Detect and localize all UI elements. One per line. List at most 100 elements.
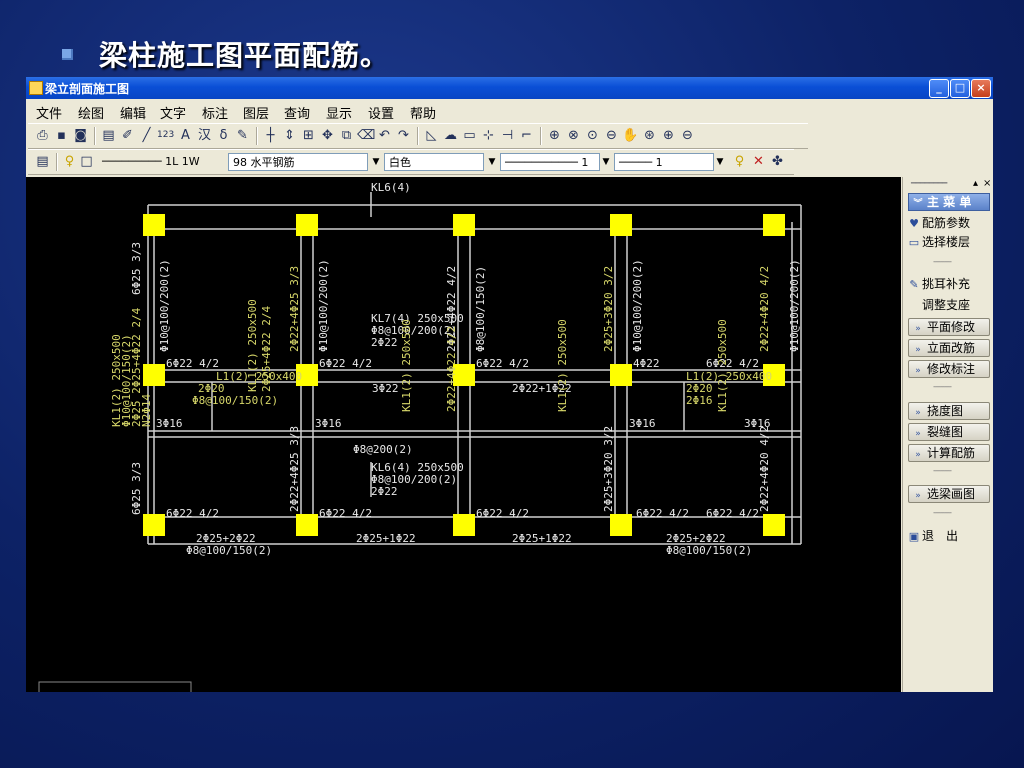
select-beam-draw-button[interactable]: » 选梁画图 [908, 485, 990, 503]
bullet-square-icon [62, 48, 73, 60]
rebar-label: 6Φ25 3/3 [130, 462, 143, 515]
text-a-icon[interactable]: A [177, 127, 194, 144]
layer-icon[interactable]: ▤ [100, 127, 117, 144]
text-style-icon[interactable]: 汉 [196, 127, 213, 144]
trim-icon[interactable]: ⊹ [480, 127, 497, 144]
rectangle-icon[interactable]: ▭ [461, 127, 478, 144]
menu-annotate[interactable]: 标注 [202, 103, 228, 122]
rebar-label: 2Φ22+4Φ20 4/2 [758, 266, 771, 352]
crosshair-icon[interactable]: ┼ [262, 127, 279, 144]
extend-icon[interactable]: ⊣ [499, 127, 516, 144]
column[interactable] [296, 214, 318, 236]
menu-view[interactable]: 显示 [326, 103, 352, 122]
move-icon[interactable]: ✥ [319, 127, 336, 144]
fillet-icon[interactable]: ⌐ [518, 127, 535, 144]
document-icon: ▭ [908, 236, 920, 249]
zoom-out-icon[interactable]: ⊖ [679, 127, 696, 144]
exit-button[interactable]: ▣ 退 出 [906, 527, 990, 545]
cloud-icon[interactable]: ☁ [442, 127, 459, 144]
column[interactable] [610, 514, 632, 536]
column[interactable] [296, 514, 318, 536]
bulb-icon[interactable]: ♀ [61, 153, 78, 170]
zoom-in-icon[interactable]: ⊕ [660, 127, 677, 144]
menu-settings[interactable]: 设置 [368, 103, 394, 122]
layer-select[interactable]: 98 水平钢筋 [228, 153, 368, 171]
zoom-realtime-icon[interactable]: ⊙ [584, 127, 601, 144]
menu-help[interactable]: 帮助 [410, 103, 436, 122]
menu-item-adjust-support[interactable]: 调整支座 [906, 296, 990, 314]
pin-icon[interactable]: ▴ [973, 178, 978, 189]
erase-icon[interactable]: ⌫ [357, 127, 375, 144]
number-icon[interactable]: 123 [157, 127, 174, 144]
pencil-icon[interactable]: ✎ [234, 127, 251, 144]
column[interactable] [143, 214, 165, 236]
calc-rebar-button[interactable]: » 计算配筋 [908, 444, 990, 462]
rebar-label: 6Φ22 4/2 [319, 357, 372, 370]
menu-layer[interactable]: 图层 [243, 103, 269, 122]
column[interactable] [143, 514, 165, 536]
box-icon[interactable]: □ [78, 153, 95, 170]
minimize-button[interactable]: _ [929, 79, 949, 98]
redo-icon[interactable]: ↷ [395, 127, 412, 144]
elevation-rebar-button[interactable]: » 立面改筋 [908, 339, 990, 357]
column[interactable] [453, 514, 475, 536]
line-icon[interactable]: ╱ [138, 127, 155, 144]
chevron-down-icon[interactable]: ▼ [600, 154, 612, 170]
rebar-label: 3Φ16 [156, 417, 183, 430]
drawing-canvas[interactable]: KL6(4) 6Φ22 4/2 6Φ22 4/2 6Φ22 4/2 4Φ22 6… [26, 177, 901, 692]
delete-icon[interactable]: ✕ [750, 153, 767, 170]
menu-item-select-floor[interactable]: ▭ 选择楼层 [906, 233, 990, 251]
chevron-down-icon[interactable]: ▼ [486, 154, 498, 170]
polygon-icon[interactable]: ◺ [423, 127, 440, 144]
crack-button[interactable]: » 裂缝图 [908, 423, 990, 441]
rebar-label: 6Φ25 3/3 [130, 242, 143, 295]
menu-draw[interactable]: 绘图 [78, 103, 104, 122]
zoom-dynamic-icon[interactable]: ⊗ [565, 127, 582, 144]
beam-label: KL1(2) 250x500 [716, 319, 729, 412]
chevron-down-icon[interactable]: ▼ [714, 154, 726, 170]
title-bar[interactable]: 梁立剖面施工图 _ □ × [26, 77, 993, 99]
chevron-down-icon[interactable]: ▼ [370, 154, 382, 170]
undo-icon[interactable]: ↶ [376, 127, 393, 144]
layer-manager-icon[interactable]: ▤ [34, 153, 51, 170]
property-icon[interactable]: ✤ [769, 153, 786, 170]
menu-query[interactable]: 查询 [284, 103, 310, 122]
array-icon[interactable]: ⊞ [300, 127, 317, 144]
zoom-previous-icon[interactable]: ⊖ [603, 127, 620, 144]
main-menu-header[interactable]: ︾ 主 菜 单 [908, 193, 990, 211]
light-icon[interactable]: ♀ [731, 153, 748, 170]
column[interactable] [610, 364, 632, 386]
symbol-icon[interactable]: δ [215, 127, 232, 144]
column[interactable] [453, 214, 475, 236]
menu-text[interactable]: 文字 [160, 103, 186, 122]
close-icon[interactable]: × [983, 178, 991, 189]
edit-annotation-button[interactable]: » 修改标注 [908, 360, 990, 378]
column[interactable] [143, 364, 165, 386]
zoom-all-icon[interactable]: ⊛ [641, 127, 658, 144]
menu-edit[interactable]: 编辑 [120, 103, 146, 122]
menu-item-corbel[interactable]: ✎ 挑耳补充 [906, 275, 990, 293]
plan-edit-button[interactable]: » 平面修改 [908, 318, 990, 336]
linetype-select[interactable]: ─────────── 1 [500, 153, 600, 171]
close-button[interactable]: × [971, 79, 991, 98]
deflection-button[interactable]: » 挠度图 [908, 402, 990, 420]
menu-item-rebar-params[interactable]: ♥ 配筋参数 [906, 214, 990, 232]
save-icon[interactable]: ▪ [53, 127, 70, 144]
app-window: 梁立剖面施工图 _ □ × 文件 绘图 编辑 文字 标注 图层 查询 显示 设置… [26, 77, 993, 692]
zoom-window-icon[interactable]: ⊕ [546, 127, 563, 144]
move-vertical-icon[interactable]: ⇕ [281, 127, 298, 144]
maximize-button[interactable]: □ [950, 79, 970, 98]
color-select[interactable]: 白色 [384, 153, 484, 171]
print-icon[interactable]: ⎙ [34, 127, 51, 144]
lineweight-select[interactable]: ───── 1 [614, 153, 714, 171]
column[interactable] [763, 214, 785, 236]
column[interactable] [610, 214, 632, 236]
viewport-frame [38, 681, 192, 692]
column[interactable] [763, 514, 785, 536]
menu-file[interactable]: 文件 [36, 103, 62, 122]
slide-title: 梁柱施工图平面配筋。 [62, 34, 389, 74]
preview-icon[interactable]: ◙ [72, 127, 89, 144]
copy-icon[interactable]: ⧉ [338, 127, 355, 144]
brush-icon[interactable]: ✐ [119, 127, 136, 144]
pan-icon[interactable]: ✋ [622, 127, 639, 144]
